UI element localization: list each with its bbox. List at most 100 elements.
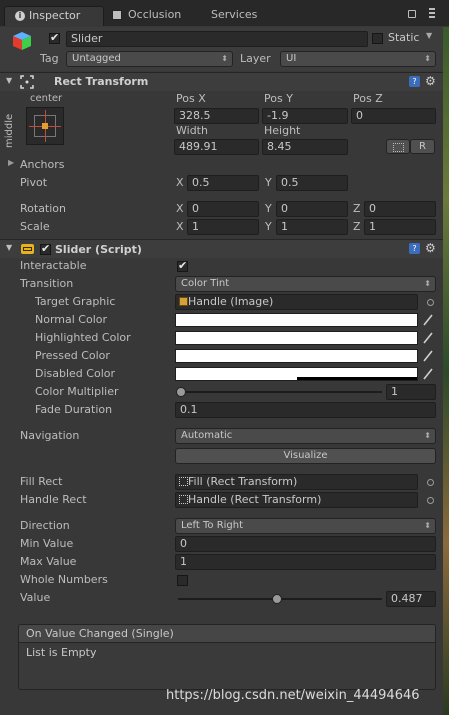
gear-icon[interactable]: ⚙ [425,74,436,88]
pivot-label: Pivot [20,176,48,189]
tab-occlusion-label: Occlusion [128,8,182,21]
eyedropper-icon[interactable] [422,349,434,363]
pivot-y-axis-label: Y [265,176,272,189]
foldout-arrow-icon[interactable]: ▼ [6,76,12,85]
object-picker-icon[interactable] [427,497,434,504]
eyedropper-icon[interactable] [422,367,434,381]
watermark-text: https://blog.csdn.net/weixin_44494646 [166,688,420,703]
pos-y-label: Pos Y [264,92,293,105]
navigation-dropdown[interactable]: Automatic ⬍ [175,428,436,444]
fade-duration-field[interactable]: 0.1 [175,402,436,418]
pos-z-field[interactable]: 0 [351,108,436,124]
highlighted-color-swatch[interactable] [175,331,418,345]
rotation-x-field[interactable]: 0 [187,201,259,217]
handle-rect-value: Handle (Rect Transform) [188,493,322,506]
fade-duration-label: Fade Duration [35,403,113,416]
event-empty-text: List is Empty [26,646,97,659]
pivot-x-field[interactable]: 0.5 [187,175,259,191]
active-checkbox[interactable]: ✔ [49,31,60,44]
static-checkbox[interactable] [372,33,383,44]
gameobject-cube-icon [12,31,32,51]
eyedropper-icon[interactable] [422,313,434,327]
handle-rect-field[interactable]: Handle (Rect Transform) [175,492,418,508]
rot-x-axis-label: X [176,202,184,215]
anchors-label[interactable]: Anchors [20,158,65,172]
rotation-label: Rotation [20,202,67,215]
scale-y-field[interactable]: 1 [276,219,348,235]
layer-label: Layer [240,52,271,65]
pivot-y-field[interactable]: 0.5 [276,175,348,191]
target-graphic-field[interactable]: Handle (Image) [175,294,418,310]
info-icon: i [15,11,25,21]
tag-dropdown[interactable]: Untagged ⬍ [66,51,233,67]
menu-icon[interactable] [428,8,436,19]
gear-icon[interactable]: ⚙ [425,241,436,255]
normal-color-swatch[interactable] [175,313,418,327]
rect-transform-icon [179,477,188,486]
scale-z-field[interactable]: 1 [364,219,436,235]
color-multiplier-label: Color Multiplier [35,385,119,398]
rot-y-axis-label: Y [265,202,272,215]
pos-x-field[interactable]: 328.5 [174,108,259,124]
dropdown-arrow-icon: ⬍ [221,54,228,63]
min-value-field[interactable]: 0 [175,536,436,552]
pivot-x-axis-label: X [176,176,184,189]
whole-numbers-checkbox[interactable] [177,575,188,586]
rotation-z-field[interactable]: 0 [364,201,436,217]
rect-transform-icon [179,495,188,504]
pos-y-field[interactable]: -1.9 [262,108,348,124]
tag-value: Untagged [72,53,121,64]
tab-inspector[interactable]: i Inspector [4,6,104,26]
dropdown-arrow-icon: ⬍ [424,521,431,530]
blueprint-icon [392,143,404,152]
direction-dropdown[interactable]: Left To Right ⬍ [175,518,436,534]
scale-x-field[interactable]: 1 [187,219,259,235]
foldout-arrow-icon[interactable]: ▼ [6,243,12,252]
lock-icon[interactable] [408,10,416,18]
object-picker-icon[interactable] [427,479,434,486]
pressed-color-swatch[interactable] [175,349,418,363]
disabled-color-swatch[interactable] [175,367,418,381]
scale-label: Scale [20,220,50,233]
anchor-vertical-label: middle [4,113,15,148]
static-dropdown-arrow[interactable]: ▼ [426,31,432,40]
layer-value: UI [286,53,297,64]
highlighted-color-label: Highlighted Color [35,331,131,344]
layer-dropdown[interactable]: UI ⬍ [280,51,436,67]
blueprint-mode-button[interactable] [386,139,410,154]
raw-edit-button[interactable]: R [410,139,435,154]
value-field[interactable]: 0.487 [386,591,436,607]
transition-dropdown[interactable]: Color Tint ⬍ [175,276,436,292]
alpha-bar [176,377,417,380]
object-picker-icon[interactable] [427,299,434,306]
visualize-button[interactable]: Visualize [175,448,436,464]
object-name-field[interactable]: Slider [66,31,368,47]
color-multiplier-field[interactable]: 1 [386,384,436,400]
slider-enabled-checkbox[interactable]: ✔ [40,242,51,255]
eyedropper-icon[interactable] [422,331,434,345]
color-multiplier-track[interactable] [178,391,382,393]
rect-transform-icon [20,75,34,89]
interactable-checkbox[interactable]: ✔ [177,259,188,272]
width-label: Width [176,124,208,137]
whole-numbers-label: Whole Numbers [20,573,108,586]
max-value-field[interactable]: 1 [175,554,436,570]
help-icon[interactable]: ? [409,243,420,254]
height-field[interactable]: 8.45 [262,139,348,155]
checkmark-icon: ✔ [50,31,60,44]
help-icon[interactable]: ? [409,76,420,87]
fill-rect-label: Fill Rect [20,475,63,488]
value-slider-handle[interactable] [272,594,283,604]
anchor-presets-button[interactable] [26,107,64,145]
color-multiplier-handle[interactable] [176,387,186,397]
scale-x-axis-label: X [176,220,184,233]
tab-services[interactable]: Services [211,6,257,24]
anchors-foldout-icon[interactable]: ▶ [8,158,14,167]
fill-rect-field[interactable]: Fill (Rect Transform) [175,474,418,490]
rotation-y-field[interactable]: 0 [276,201,348,217]
scale-y-axis-label: Y [265,220,272,233]
height-label: Height [264,124,301,137]
anchor-horizontal-label: center [30,93,63,104]
value-label: Value [20,591,51,604]
width-field[interactable]: 489.91 [174,139,259,155]
